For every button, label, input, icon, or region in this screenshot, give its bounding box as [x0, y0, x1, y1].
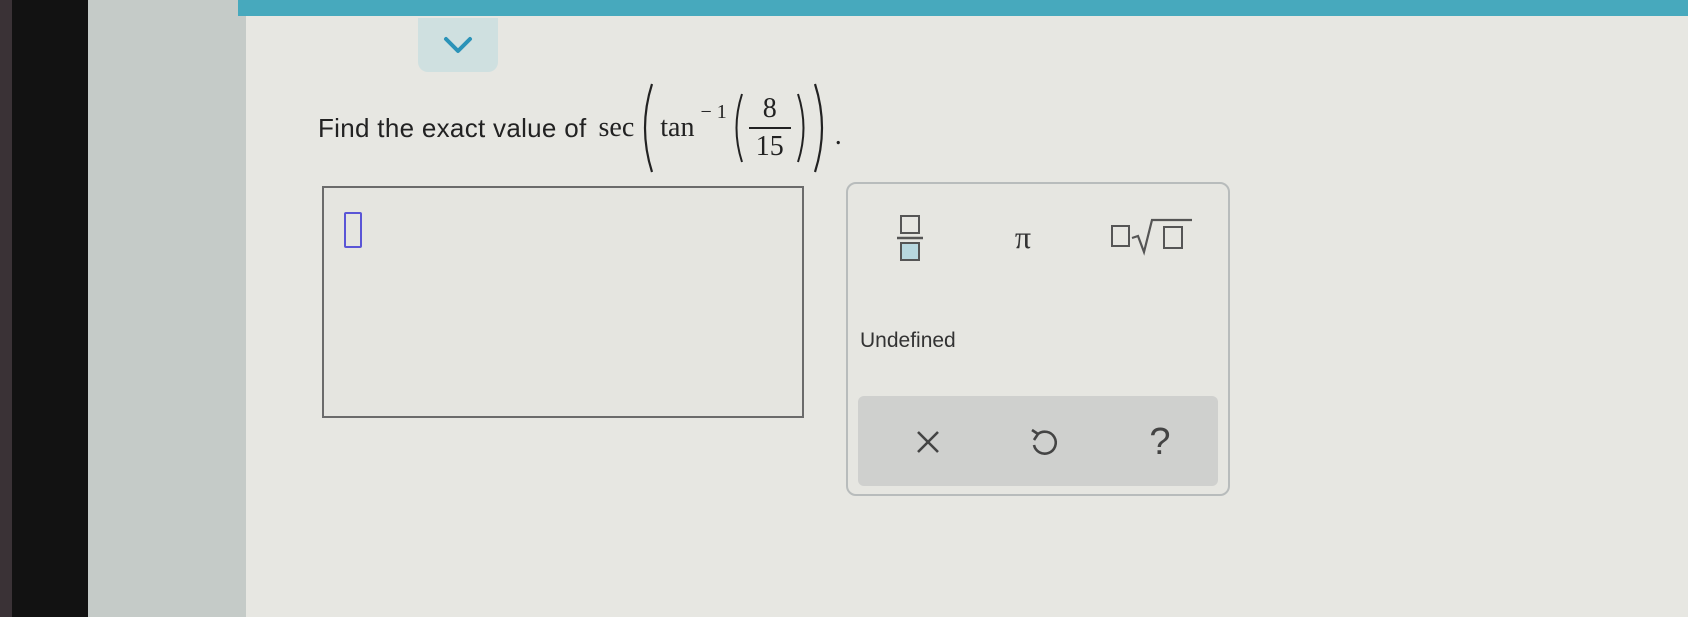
sec-function: sec: [598, 112, 635, 143]
undefined-button[interactable]: Undefined: [856, 324, 960, 358]
close-icon: [917, 431, 939, 453]
chevron-down-icon: [444, 37, 472, 53]
clear-button[interactable]: [904, 418, 952, 466]
nth-root-template-icon: [1111, 218, 1192, 256]
left-paren-inner: [735, 93, 743, 163]
left-paren-outer: [644, 83, 654, 173]
pi-button[interactable]: π: [996, 212, 1050, 262]
answer-input[interactable]: [322, 186, 804, 418]
question-prompt: Find the exact value of sec tan − 1 8 15…: [318, 78, 958, 178]
undo-icon: [1031, 428, 1058, 455]
fraction-bar: [748, 127, 791, 129]
nth-root-button[interactable]: [1110, 214, 1194, 258]
fraction: 8 15: [748, 93, 791, 163]
collapse-toggle-button[interactable]: [418, 18, 498, 72]
question-text: Find the exact value of: [318, 112, 587, 143]
question-period: .: [834, 120, 842, 151]
fraction-denominator: 15: [755, 131, 784, 162]
fraction-numerator: 8: [762, 93, 777, 124]
undo-button[interactable]: [1020, 418, 1068, 466]
right-paren-inner: [796, 93, 805, 163]
fraction-button[interactable]: [888, 210, 932, 266]
answer-cursor-placeholder: [344, 212, 362, 248]
monitor-bezel: [0, 0, 88, 617]
left-panel: [88, 0, 246, 617]
right-paren-outer: [813, 83, 823, 173]
bezel-edge: [0, 0, 12, 617]
inverse-exponent: − 1: [700, 100, 727, 123]
top-accent-bar: [238, 0, 1688, 16]
math-expression: sec tan − 1 8 15 .: [587, 80, 842, 176]
math-keypad: π Undefined ?: [846, 182, 1230, 496]
keypad-action-bar: ?: [858, 396, 1218, 486]
fraction-template-icon: [897, 215, 923, 261]
help-button[interactable]: ?: [1136, 418, 1184, 466]
tan-function: tan: [660, 112, 695, 143]
